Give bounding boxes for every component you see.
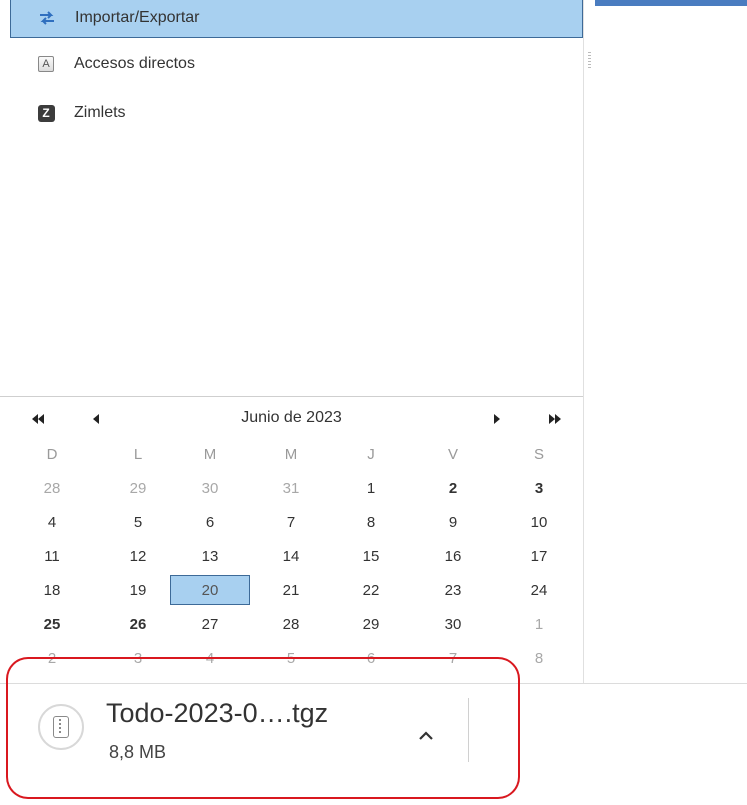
left-panel: Importar/Exportar A Accesos directos Z Z… <box>0 0 595 684</box>
weekday-label: V <box>447 445 458 463</box>
calendar-day[interactable]: 15 <box>331 541 411 571</box>
archive-file-icon <box>38 704 84 750</box>
calendar-day[interactable]: 5 <box>98 507 178 537</box>
calendar-day[interactable]: 24 <box>499 575 579 605</box>
calendar-day[interactable]: 18 <box>12 575 92 605</box>
weekday-header-row: D L M M J V S <box>0 443 583 471</box>
calendar-week-row: 4 5 6 7 8 9 10 <box>0 505 583 539</box>
mini-calendar: Junio de 2023 D L M M J V S 28 29 30 31 1 2 3 4… <box>0 396 583 684</box>
calendar-day[interactable]: 16 <box>413 541 493 571</box>
download-separator <box>468 698 469 762</box>
shortcuts-icon: A <box>36 54 56 74</box>
chevron-up-icon <box>419 731 433 740</box>
calendar-week-row: 11 12 13 14 15 16 17 <box>0 539 583 573</box>
zimlets-icon: Z <box>36 103 56 123</box>
weekday-label: S <box>533 445 544 463</box>
calendar-day[interactable]: 11 <box>12 541 92 571</box>
calendar-day[interactable]: 1 <box>331 473 411 503</box>
calendar-day[interactable]: 31 <box>251 473 331 503</box>
calendar-day[interactable]: 29 <box>98 473 178 503</box>
calendar-day[interactable]: 7 <box>251 507 331 537</box>
calendar-day[interactable]: 28 <box>251 609 331 639</box>
sidebar-item-label: Importar/Exportar <box>75 9 200 26</box>
next-year-button[interactable] <box>545 411 565 427</box>
download-item[interactable]: Todo-2023-0….tgz 8,8 MB <box>6 684 520 799</box>
download-highlight-ring <box>6 657 520 697</box>
calendar-day[interactable]: 19 <box>98 575 178 605</box>
sidebar-item-import-export[interactable]: Importar/Exportar <box>10 0 583 38</box>
calendar-day[interactable]: 1 <box>499 609 579 639</box>
calendar-day[interactable]: 8 <box>331 507 411 537</box>
calendar-day[interactable]: 22 <box>331 575 411 605</box>
calendar-day[interactable]: 3 <box>499 473 579 503</box>
calendar-day[interactable]: 21 <box>251 575 331 605</box>
calendar-day[interactable]: 9 <box>413 507 493 537</box>
calendar-day[interactable]: 25 <box>12 609 92 639</box>
splitter-grip[interactable] <box>588 52 591 68</box>
calendar-day[interactable]: 27 <box>170 609 250 639</box>
panel-splitter[interactable] <box>583 0 595 683</box>
calendar-week-row: 28 29 30 31 1 2 3 <box>0 471 583 505</box>
weekday-label: D <box>46 445 58 463</box>
weekday-label: M <box>284 445 298 463</box>
weekday-label: M <box>203 445 217 463</box>
calendar-grid: D L M M J V S 28 29 30 31 1 2 3 4 5 6 7 8 9 10 11 12 13 1… <box>0 443 583 675</box>
calendar-header: Junio de 2023 <box>0 407 583 431</box>
download-bar: Todo-2023-0….tgz 8,8 MB <box>0 683 747 805</box>
right-arrow-icon <box>494 414 500 424</box>
calendar-week-row: 18 19 20 21 22 23 24 <box>0 573 583 607</box>
calendar-day[interactable]: 10 <box>499 507 579 537</box>
calendar-day[interactable]: 17 <box>499 541 579 571</box>
calendar-day[interactable]: 14 <box>251 541 331 571</box>
import-export-icon <box>37 8 57 28</box>
download-filename: Todo-2023-0….tgz <box>106 698 329 728</box>
calendar-day[interactable]: 26 <box>98 609 178 639</box>
calendar-week-row: 25 26 27 28 29 30 1 <box>0 607 583 641</box>
calendar-day[interactable]: 29 <box>331 609 411 639</box>
calendar-day[interactable]: 12 <box>98 541 178 571</box>
weekday-label: L <box>133 445 143 463</box>
sidebar-item-zimlets[interactable]: Z Zimlets <box>10 95 583 131</box>
sidebar-item-shortcuts[interactable]: A Accesos directos <box>10 46 583 82</box>
calendar-day[interactable]: 30 <box>413 609 493 639</box>
calendar-day[interactable]: 20 <box>170 575 250 605</box>
next-month-button[interactable] <box>487 411 507 427</box>
download-options-button[interactable] <box>408 720 444 750</box>
sidebar-item-label: Accesos directos <box>74 55 195 72</box>
calendar-day[interactable]: 23 <box>413 575 493 605</box>
double-right-arrow-icon <box>549 414 561 424</box>
weekday-label: J <box>367 445 375 463</box>
calendar-day[interactable]: 30 <box>170 473 250 503</box>
calendar-day[interactable]: 13 <box>170 541 250 571</box>
calendar-day[interactable]: 6 <box>170 507 250 537</box>
calendar-day[interactable]: 28 <box>12 473 92 503</box>
calendar-day[interactable]: 2 <box>413 473 493 503</box>
calendar-day[interactable]: 4 <box>12 507 92 537</box>
download-size: 8,8 MB <box>109 742 167 762</box>
sidebar-item-label: Zimlets <box>74 104 126 121</box>
